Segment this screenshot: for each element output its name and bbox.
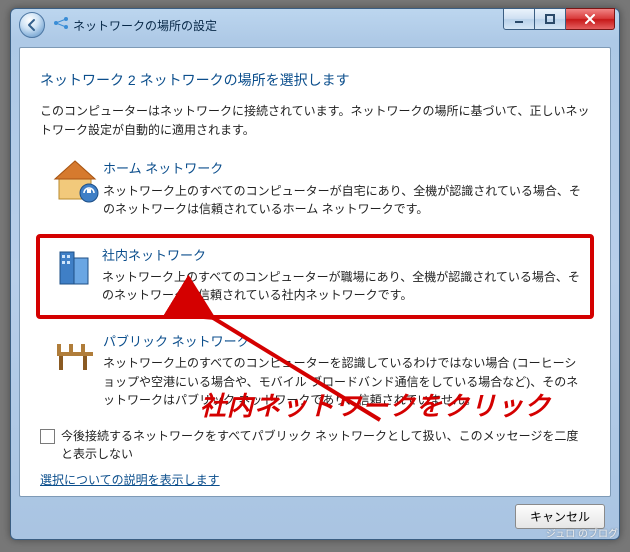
option-home-network[interactable]: ホーム ネットワーク ネットワーク上のすべてのコンピューターが自宅にあり、全機が…	[40, 150, 590, 229]
work-network-icon	[46, 246, 102, 305]
help-link[interactable]: 選択についての説明を表示します	[40, 473, 220, 487]
public-network-icon	[47, 332, 103, 410]
close-button[interactable]	[566, 8, 615, 30]
arrow-left-icon	[25, 18, 39, 32]
treat-as-public-checkbox-row[interactable]: 今後接続するネットワークをすべてパブリック ネットワークとして扱い、このメッセー…	[40, 427, 590, 463]
annotation-text: 社内ネットワークをクリック	[200, 386, 551, 423]
option-home-title: ホーム ネットワーク	[103, 159, 583, 179]
minimize-icon	[514, 14, 524, 24]
maximize-button[interactable]	[535, 8, 566, 30]
minimize-button[interactable]	[503, 8, 535, 30]
option-public-title: パブリック ネットワーク	[103, 332, 583, 352]
page-heading: ネットワーク 2 ネットワークの場所を選択します	[40, 70, 590, 90]
home-network-icon	[47, 159, 103, 218]
client-area: ネットワーク 2 ネットワークの場所を選択します このコンピューターはネットワー…	[19, 47, 611, 497]
option-work-title: 社内ネットワーク	[102, 246, 584, 266]
network-small-icon	[53, 15, 69, 36]
intro-text: このコンピューターはネットワークに接続されています。ネットワークの場所に基づいて…	[40, 102, 590, 140]
titlebar: ネットワークの場所の設定	[11, 9, 619, 41]
back-button[interactable]	[19, 12, 45, 38]
checkbox-label: 今後接続するネットワークをすべてパブリック ネットワークとして扱い、このメッセー…	[61, 427, 590, 463]
maximize-icon	[545, 14, 555, 24]
option-work-desc: ネットワーク上のすべてのコンピューターが職場にあり、全機が認識されている場合、そ…	[102, 268, 584, 305]
checkbox-icon[interactable]	[40, 429, 55, 444]
window-title: ネットワークの場所の設定	[73, 17, 217, 34]
close-icon	[584, 14, 596, 24]
option-work-network[interactable]: 社内ネットワーク ネットワーク上のすべてのコンピューターが職場にあり、全機が認識…	[36, 234, 594, 319]
watermark: ジュロ のブログ	[546, 525, 618, 540]
window-frame: ネットワークの場所の設定 ネットワーク 2 ネットワークの場所を選択します この	[10, 8, 620, 540]
option-home-desc: ネットワーク上のすべてのコンピューターが自宅にあり、全機が認識されている場合、そ…	[103, 182, 583, 219]
